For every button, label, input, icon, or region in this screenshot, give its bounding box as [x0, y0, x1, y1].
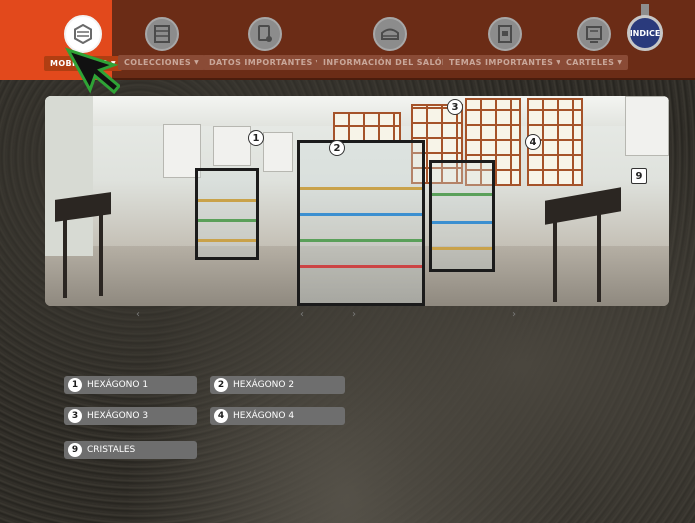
number-badge: 4: [214, 409, 228, 423]
hexagono-1-button[interactable]: 1 HEXÁGONO 1: [64, 376, 197, 394]
nav-item-carteles[interactable]: CARTELES ▼: [560, 0, 629, 80]
nav-label: TEMAS IMPORTANTES ▼: [443, 55, 568, 70]
nav-item-colecciones[interactable]: COLECCIONES ▼: [118, 0, 206, 80]
number-badge: 9: [68, 443, 82, 457]
nav-label: INFORMACIÓN DEL SALÓN▼: [317, 55, 464, 70]
hexagono-2-button[interactable]: 2 HEXÁGONO 2: [210, 376, 345, 394]
button-label: CRISTALES: [87, 445, 136, 455]
poster: [263, 132, 293, 172]
nav-item-datos-importantes[interactable]: DATOS IMPORTANTES▼: [203, 0, 327, 80]
display-cabinet: [429, 160, 495, 272]
panorama-hotspot-1[interactable]: 1: [248, 130, 264, 146]
document-icon: [488, 17, 523, 51]
nav-label: CARTELES ▼: [560, 55, 629, 70]
desk-leg: [597, 214, 601, 302]
nav-label: COLECCIONES ▼: [118, 55, 206, 70]
panorama-hotspot-9[interactable]: 9: [631, 168, 647, 184]
desk-leg: [63, 218, 67, 298]
nav-item-temas-importantes[interactable]: TEMAS IMPORTANTES ▼: [443, 0, 568, 80]
button-label: HEXÁGONO 1: [87, 380, 149, 390]
desk-leg: [99, 214, 103, 296]
scroll-right-arrow-icon[interactable]: ›: [352, 309, 356, 320]
panorama-hotspot-2[interactable]: 2: [329, 140, 345, 156]
shelf-icon: [144, 17, 179, 51]
display-cabinet: [297, 140, 425, 306]
cristales-button[interactable]: 9 CRISTALES: [64, 441, 197, 459]
panorama-hotspot-4[interactable]: 4: [525, 134, 541, 150]
panorama-hotspot-3[interactable]: 3: [447, 99, 463, 115]
nav-label: DATOS IMPORTANTES▼: [203, 55, 327, 70]
indice-button[interactable]: INDICE: [627, 15, 663, 51]
poster: [625, 96, 669, 156]
nav-item-informacion-salon[interactable]: INFORMACIÓN DEL SALÓN▼: [317, 0, 464, 80]
number-badge: 1: [68, 378, 82, 392]
button-label: HEXÁGONO 4: [233, 411, 295, 421]
room-icon: [373, 17, 408, 51]
hexagono-3-button[interactable]: 3 HEXÁGONO 3: [64, 407, 197, 425]
poster-icon: [577, 17, 612, 51]
button-label: HEXÁGONO 2: [233, 380, 295, 390]
scroll-left-arrow-icon[interactable]: ‹: [136, 309, 140, 320]
window: [333, 112, 401, 142]
poster: [213, 126, 251, 166]
button-label: HEXÁGONO 3: [87, 411, 149, 421]
scroll-right-arrow-icon[interactable]: ›: [512, 309, 516, 320]
number-badge: 3: [68, 409, 82, 423]
touch-screen-icon: [247, 17, 282, 51]
display-cabinet: [195, 168, 259, 260]
hexagono-4-button[interactable]: 4 HEXÁGONO 4: [210, 407, 345, 425]
left-wall: [45, 96, 93, 256]
scroll-left-arrow-icon[interactable]: ‹: [300, 309, 304, 320]
panorama-viewer[interactable]: 1 2 3 4 9: [45, 96, 669, 306]
desk-leg: [553, 218, 557, 302]
mouse-cursor-icon: [64, 47, 120, 95]
number-badge: 2: [214, 378, 228, 392]
